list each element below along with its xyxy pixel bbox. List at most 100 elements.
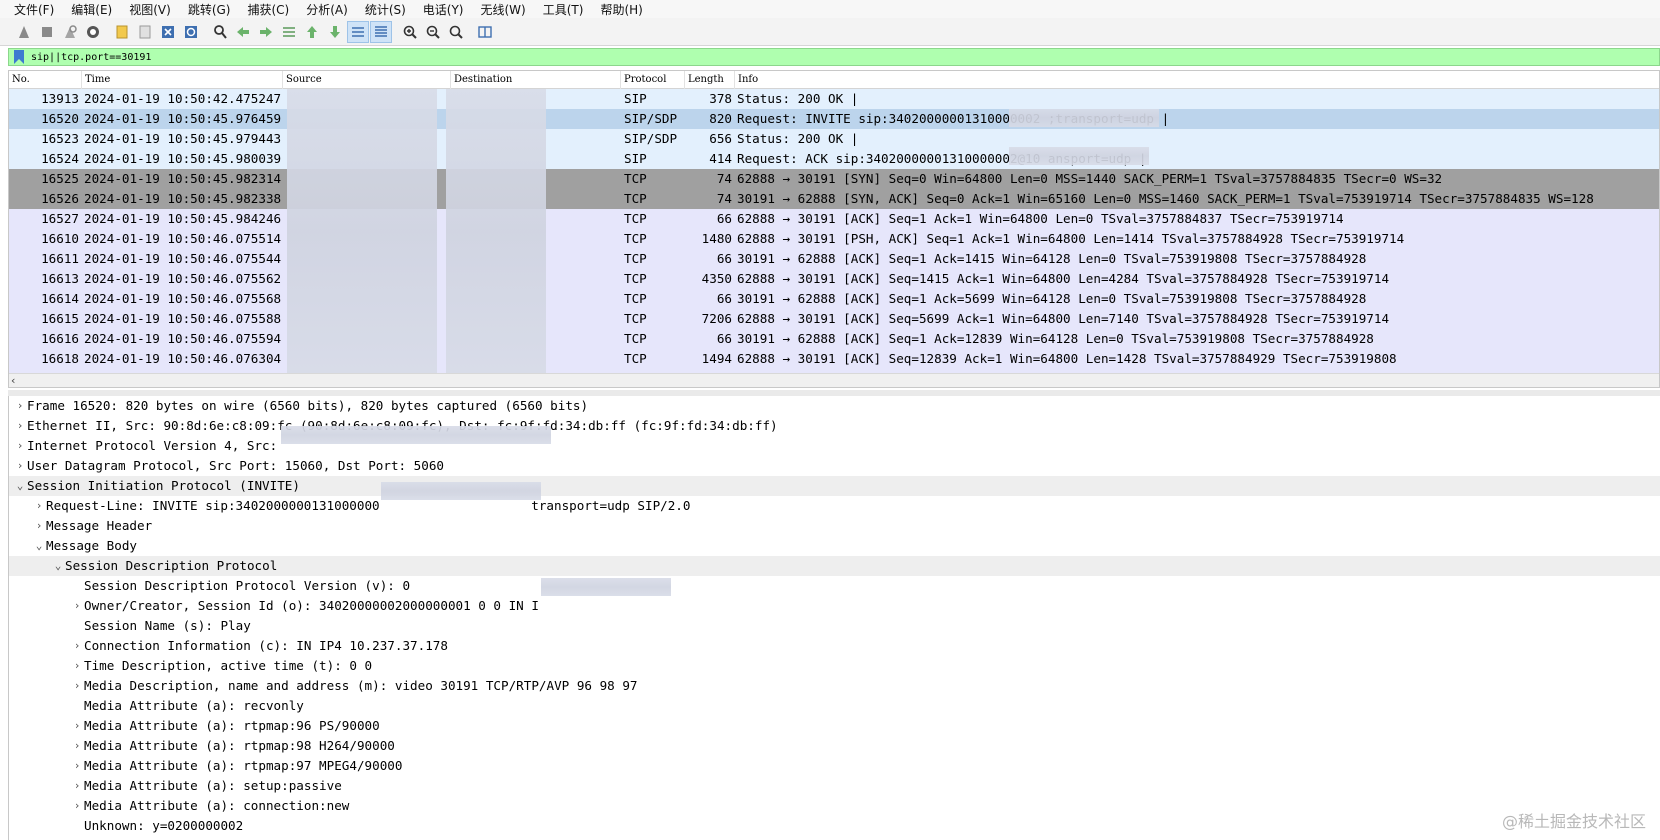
bookmark-icon[interactable] — [13, 50, 27, 64]
packet-row[interactable]: 16618 2024-01-19 10:50:46.076304 TCP 1494 62… — [9, 349, 1659, 369]
zoom-out-icon[interactable] — [422, 21, 444, 43]
capture-options-icon[interactable] — [82, 21, 104, 43]
packet-row[interactable]: 16616 2024-01-19 10:50:46.075594 TCP 66 3019… — [9, 329, 1659, 349]
menu-item-10[interactable]: 帮助(H) — [600, 1, 642, 18]
detail-tree-item[interactable]: › Internet Protocol Version 4, Src: — [9, 436, 1660, 456]
detail-tree-item[interactable]: › Media Description, name and address (m)… — [9, 676, 1660, 696]
column-header-info[interactable]: Info — [735, 71, 1659, 89]
scroll-left-icon[interactable]: ‹ — [11, 374, 15, 387]
packet-row[interactable]: 16525 2024-01-19 10:50:45.982314 TCP 74 6288… — [9, 169, 1659, 189]
menu-item-1[interactable]: 编辑(E) — [71, 1, 112, 18]
detail-tree-item[interactable]: Media Attribute (a): recvonly — [9, 696, 1660, 716]
detail-tree-item[interactable]: ›Ethernet II, Src: 90:8d:6e:c8:09:fc (90… — [9, 416, 1660, 436]
expand-arrow-icon[interactable]: › — [70, 636, 84, 656]
go-back-icon[interactable] — [232, 21, 254, 43]
expand-arrow-icon[interactable]: › — [32, 516, 46, 536]
go-to-packet-icon[interactable] — [278, 21, 300, 43]
save-file-icon[interactable] — [134, 21, 156, 43]
packet-list-horizontal-scrollbar[interactable]: ‹ — [9, 373, 1659, 387]
detail-tree-item-label: Session Name (s): Play — [84, 618, 251, 633]
column-header-source[interactable]: Source — [283, 71, 451, 89]
expand-arrow-icon[interactable]: › — [13, 436, 27, 456]
detail-tree-item[interactable]: ⌄ Session Initiation Protocol (INVITE) — [9, 476, 1660, 496]
detail-tree-item[interactable]: › Message Header — [9, 516, 1660, 536]
expand-arrow-icon[interactable]: › — [70, 776, 84, 796]
collapse-arrow-icon[interactable]: ⌄ — [32, 536, 46, 556]
packet-row[interactable]: 16527 2024-01-19 10:50:45.984246 TCP 66 6288… — [9, 209, 1659, 229]
menu-item-9[interactable]: 工具(T) — [543, 1, 584, 18]
detail-tree-item[interactable]: › Media Attribute (a): rtpmap:97 MPEG4/90… — [9, 756, 1660, 776]
packet-row[interactable]: 16611 2024-01-19 10:50:46.075544 TCP 66 3019… — [9, 249, 1659, 269]
menu-item-4[interactable]: 捕获(C) — [247, 1, 289, 18]
zoom-normal-icon[interactable] — [445, 21, 467, 43]
expand-arrow-icon[interactable]: › — [32, 496, 46, 516]
menu-item-6[interactable]: 统计(S) — [365, 1, 406, 18]
expand-arrow-icon[interactable]: › — [13, 416, 27, 436]
close-file-icon[interactable] — [157, 21, 179, 43]
detail-tree-item[interactable]: › Media Attribute (a): connection:new — [9, 796, 1660, 816]
expand-arrow-icon[interactable]: › — [70, 716, 84, 736]
menu-item-8[interactable]: 无线(W) — [481, 1, 526, 18]
collapse-arrow-icon[interactable]: ⌄ — [51, 556, 65, 576]
collapse-arrow-icon[interactable]: ⌄ — [13, 476, 27, 496]
auto-scroll-icon[interactable] — [347, 20, 369, 43]
column-header-time[interactable]: Time — [82, 71, 283, 89]
packet-row[interactable]: 16615 2024-01-19 10:50:46.075588 TCP 7206 62… — [9, 309, 1659, 329]
detail-tree-item-label: Media Attribute (a): recvonly — [84, 698, 304, 713]
expand-arrow-icon[interactable]: › — [70, 656, 84, 676]
menu-item-7[interactable]: 电话(Y) — [423, 1, 464, 18]
expand-arrow-icon[interactable]: › — [13, 456, 27, 476]
resize-columns-icon[interactable] — [474, 21, 496, 43]
detail-tree-item[interactable]: › Request-Line: INVITE sip:34020000001310… — [9, 496, 1660, 516]
find-packet-icon[interactable] — [209, 21, 231, 43]
shark-fin-start-icon[interactable] — [13, 21, 35, 43]
expand-arrow-icon[interactable]: › — [13, 396, 27, 416]
expand-arrow-icon[interactable]: › — [70, 756, 84, 776]
detail-tree-item[interactable]: Session Description Protocol Version (v)… — [9, 576, 1660, 596]
packet-row[interactable]: 16520 2024-01-19 10:50:45.976459 SIP/SDP 82… — [9, 109, 1659, 129]
packet-row[interactable]: 16523 2024-01-19 10:50:45.979443 SIP/SDP 65… — [9, 129, 1659, 149]
expand-arrow-icon[interactable]: › — [70, 596, 84, 616]
detail-tree-item[interactable]: › Time Description, active time (t): 0 0 — [9, 656, 1660, 676]
colorize-icon[interactable] — [370, 20, 392, 43]
go-first-icon[interactable] — [301, 21, 323, 43]
stop-icon[interactable] — [36, 21, 58, 43]
menu-item-2[interactable]: 视图(V) — [129, 1, 171, 18]
detail-tree-item[interactable]: › Media Attribute (a): rtpmap:96 PS/90000 — [9, 716, 1660, 736]
display-filter-input[interactable] — [29, 49, 1529, 65]
expand-arrow-icon[interactable]: › — [70, 676, 84, 696]
packet-row[interactable]: 16614 2024-01-19 10:50:46.075568 TCP 66 3019… — [9, 289, 1659, 309]
packet-row[interactable]: 16524 2024-01-19 10:50:45.980039 SIP 414 Req… — [9, 149, 1659, 169]
menu-item-5[interactable]: 分析(A) — [306, 1, 348, 18]
packet-info: Request: ACK sip:34020000001310000002@10… — [737, 151, 1147, 166]
go-last-icon[interactable] — [324, 21, 346, 43]
detail-tree-item[interactable]: › User Datagram Protocol, Src Port: 15060… — [9, 456, 1660, 476]
expand-arrow-icon[interactable]: › — [70, 736, 84, 756]
menu-item-0[interactable]: 文件(F) — [14, 1, 54, 18]
packet-row[interactable]: 16526 2024-01-19 10:50:45.982338 TCP 74 3019… — [9, 189, 1659, 209]
expand-arrow-icon[interactable]: › — [70, 796, 84, 816]
packet-row[interactable]: 13913 2024-01-19 10:50:42.475247 SIP 378 Sta… — [9, 89, 1659, 109]
column-header-destination[interactable]: Destination — [451, 71, 621, 89]
detail-tree-item[interactable]: › Connection Information (c): IN IP4 10.2… — [9, 636, 1660, 656]
detail-tree-item[interactable]: › Media Attribute (a): setup:passive — [9, 776, 1660, 796]
column-header-protocol[interactable]: Protocol — [621, 71, 685, 89]
detail-tree-item[interactable]: › Media Attribute (a): rtpmap:98 H264/900… — [9, 736, 1660, 756]
packet-row[interactable]: 16613 2024-01-19 10:50:46.075562 TCP 4350 62… — [9, 269, 1659, 289]
packet-row[interactable]: 16610 2024-01-19 10:50:46.075514 TCP 1480 62… — [9, 229, 1659, 249]
column-header-length[interactable]: Length — [685, 71, 735, 89]
reload-icon[interactable] — [180, 21, 202, 43]
detail-tree-item[interactable]: ⌄ Session Description Protocol — [9, 556, 1660, 576]
open-file-icon[interactable] — [111, 21, 133, 43]
menu-item-3[interactable]: 跳转(G) — [188, 1, 231, 18]
packet-info: 62888 → 30191 [ACK] Seq=5699 Ack=1 Win=6… — [737, 311, 1390, 326]
detail-tree-item[interactable]: Session Name (s): Play — [9, 616, 1660, 636]
detail-tree-item[interactable]: ⌄ Message Body — [9, 536, 1660, 556]
detail-tree-item[interactable]: › Frame 16520: 820 bytes on wire (6560 bi… — [9, 396, 1660, 416]
restart-icon[interactable] — [59, 21, 81, 43]
go-forward-icon[interactable] — [255, 21, 277, 43]
detail-tree-item[interactable]: › Owner/Creator, Session Id (o): 34020000… — [9, 596, 1660, 616]
zoom-in-icon[interactable] — [399, 21, 421, 43]
detail-tree-item[interactable]: Unknown: y=0200000002 — [9, 816, 1660, 836]
column-header-no[interactable]: No. — [9, 71, 82, 89]
